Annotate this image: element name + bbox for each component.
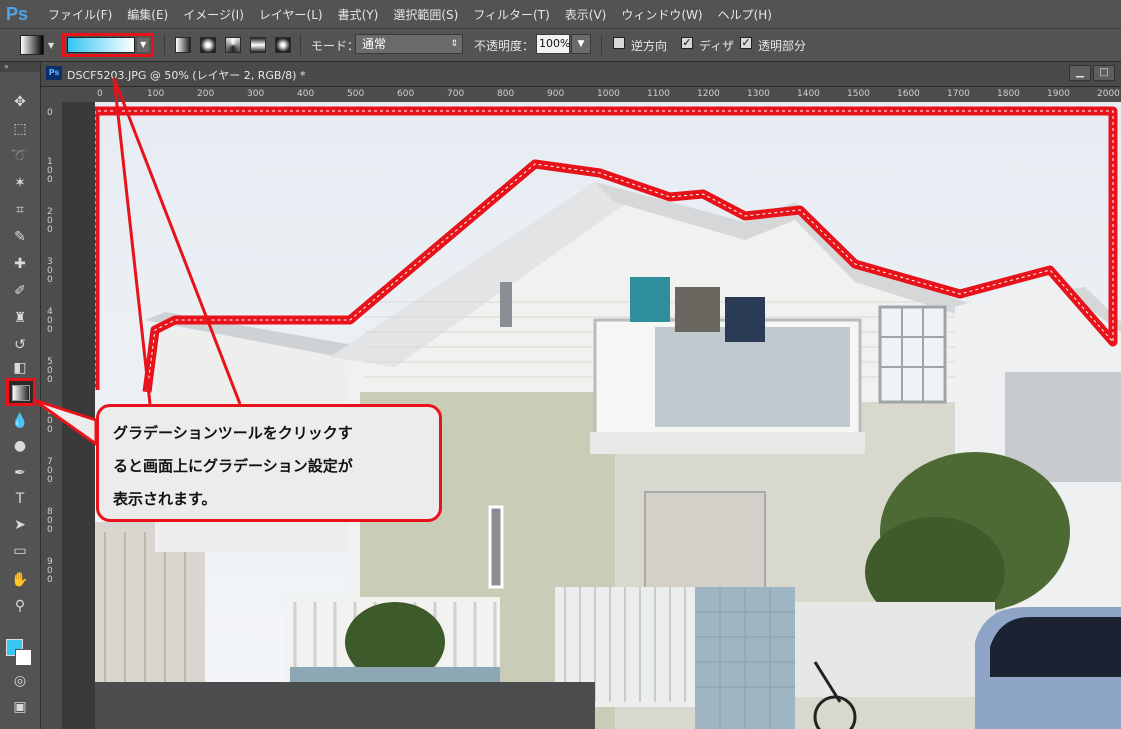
callout-pointer	[32, 77, 242, 446]
instruction-callout: グラデーションツールをクリックす ると画面上にグラデーション設定が 表示されます…	[96, 404, 442, 522]
callout-line: 表示されます。	[113, 490, 217, 508]
callout-line: グラデーションツールをクリックす	[113, 424, 353, 442]
callout-line: ると画面上にグラデーション設定が	[113, 457, 353, 475]
